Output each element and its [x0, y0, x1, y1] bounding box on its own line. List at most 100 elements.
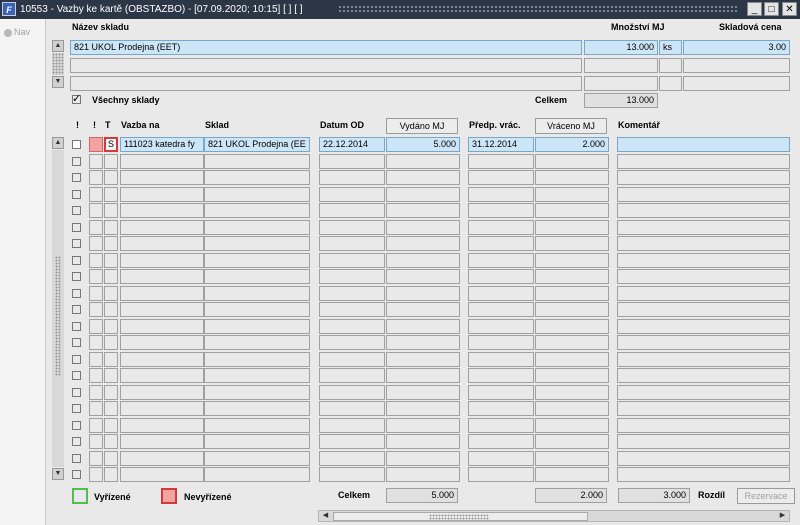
komentar-cell[interactable] — [617, 170, 790, 185]
komentar-cell[interactable] — [617, 368, 790, 383]
sklad-cell[interactable] — [204, 318, 310, 334]
sklad-cell[interactable] — [204, 269, 310, 284]
komentar-cell[interactable] — [617, 302, 790, 317]
nav-icon[interactable] — [4, 29, 12, 37]
predp-cell[interactable] — [468, 384, 534, 400]
warehouse-price-cell[interactable]: 3.00 — [683, 40, 790, 55]
vazba-cell[interactable] — [120, 368, 204, 383]
type-cell[interactable] — [104, 401, 118, 416]
komentar-cell[interactable] — [617, 318, 790, 334]
datum-cell[interactable] — [319, 219, 385, 235]
vazba-cell[interactable] — [120, 252, 204, 268]
predp-cell[interactable] — [468, 170, 534, 185]
vraceno-cell[interactable] — [535, 417, 609, 433]
row-select-checkbox[interactable] — [72, 173, 81, 182]
vraceno-cell[interactable] — [535, 203, 609, 218]
komentar-cell[interactable] — [617, 203, 790, 218]
reservation-button[interactable]: Rezervace — [737, 488, 795, 504]
vazba-cell[interactable] — [120, 401, 204, 416]
vazba-cell[interactable] — [120, 269, 204, 284]
row-select-checkbox[interactable] — [72, 404, 81, 413]
sklad-cell[interactable] — [204, 335, 310, 350]
vazba-cell[interactable] — [120, 417, 204, 433]
vraceno-cell[interactable] — [535, 401, 609, 416]
row-select-checkbox[interactable] — [72, 140, 81, 149]
vazba-cell[interactable] — [120, 236, 204, 251]
predp-cell[interactable] — [468, 203, 534, 218]
vraceno-cell[interactable] — [535, 368, 609, 383]
bindings-scroll-up-button[interactable]: ▲ — [52, 137, 64, 149]
vydano-cell[interactable] — [386, 203, 460, 218]
vydano-cell[interactable] — [386, 170, 460, 185]
vraceno-cell[interactable] — [535, 450, 609, 466]
vydano-cell[interactable] — [386, 384, 460, 400]
predp-cell[interactable] — [468, 285, 534, 301]
vydano-cell[interactable] — [386, 434, 460, 449]
vraceno-cell[interactable] — [535, 236, 609, 251]
vazba-cell[interactable] — [120, 285, 204, 301]
vydano-cell[interactable] — [386, 467, 460, 482]
vydano-cell[interactable] — [386, 318, 460, 334]
vraceno-cell[interactable] — [535, 170, 609, 185]
type-cell[interactable] — [104, 434, 118, 449]
row-select-checkbox[interactable] — [72, 338, 81, 347]
vazba-cell[interactable] — [120, 467, 204, 482]
type-cell[interactable] — [104, 236, 118, 251]
predp-cell[interactable] — [468, 153, 534, 169]
vydano-cell[interactable] — [386, 186, 460, 202]
vydano-cell[interactable] — [386, 153, 460, 169]
horizontal-scroll-thumb[interactable] — [333, 512, 588, 521]
vydano-cell[interactable] — [386, 417, 460, 433]
sklad-cell[interactable]: 821 UKOL Prodejna (EE — [204, 137, 310, 152]
warehouse-name-cell[interactable] — [70, 76, 582, 91]
vydano-cell[interactable] — [386, 401, 460, 416]
row-select-checkbox[interactable] — [72, 437, 81, 446]
scroll-right-icon[interactable]: ▶ — [777, 511, 788, 521]
horizontal-scroll-grip[interactable] — [429, 514, 489, 520]
row-select-checkbox[interactable] — [72, 288, 81, 298]
vazba-cell[interactable] — [120, 186, 204, 202]
datum-cell[interactable] — [319, 203, 385, 218]
maximize-button[interactable]: □ — [764, 2, 779, 16]
type-cell[interactable]: S — [104, 137, 118, 152]
datum-cell[interactable] — [319, 269, 385, 284]
vraceno-cell[interactable] — [535, 467, 609, 482]
type-cell[interactable] — [104, 285, 118, 301]
komentar-cell[interactable] — [617, 450, 790, 466]
row-select-checkbox[interactable] — [72, 387, 81, 397]
row-select-checkbox[interactable] — [72, 305, 81, 314]
vydano-cell[interactable] — [386, 236, 460, 251]
komentar-cell[interactable] — [617, 137, 790, 152]
type-cell[interactable] — [104, 269, 118, 284]
komentar-cell[interactable] — [617, 434, 790, 449]
vazba-cell[interactable] — [120, 434, 204, 449]
sklad-cell[interactable] — [204, 219, 310, 235]
komentar-cell[interactable] — [617, 186, 790, 202]
vazba-cell[interactable] — [120, 335, 204, 350]
datum-cell[interactable] — [319, 285, 385, 301]
vazba-cell[interactable] — [120, 219, 204, 235]
type-cell[interactable] — [104, 170, 118, 185]
predp-cell[interactable] — [468, 219, 534, 235]
predp-cell[interactable] — [468, 302, 534, 317]
warehouse-name-cell[interactable] — [70, 58, 582, 73]
warehouse-unit-cell[interactable] — [659, 76, 682, 91]
vydano-cell[interactable] — [386, 219, 460, 235]
vraceno-cell[interactable] — [535, 285, 609, 301]
vraceno-cell[interactable]: 2.000 — [535, 137, 609, 152]
sklad-cell[interactable] — [204, 285, 310, 301]
vraceno-cell[interactable] — [535, 351, 609, 367]
datum-cell[interactable] — [319, 401, 385, 416]
warehouse-scroll-down-button[interactable]: ▼ — [52, 76, 64, 88]
komentar-cell[interactable] — [617, 401, 790, 416]
vazba-cell[interactable] — [120, 450, 204, 466]
bindings-scroll-down-button[interactable]: ▼ — [52, 468, 64, 480]
vydano-cell[interactable] — [386, 335, 460, 350]
row-select-checkbox[interactable] — [72, 255, 81, 265]
title-bar-grip[interactable] — [338, 5, 738, 14]
predp-cell[interactable]: 31.12.2014 — [468, 137, 534, 152]
warehouse-price-cell[interactable] — [683, 76, 790, 91]
komentar-cell[interactable] — [617, 252, 790, 268]
row-select-checkbox[interactable] — [72, 239, 81, 248]
col-header-vydano-button[interactable]: Vydáno MJ — [386, 118, 458, 134]
